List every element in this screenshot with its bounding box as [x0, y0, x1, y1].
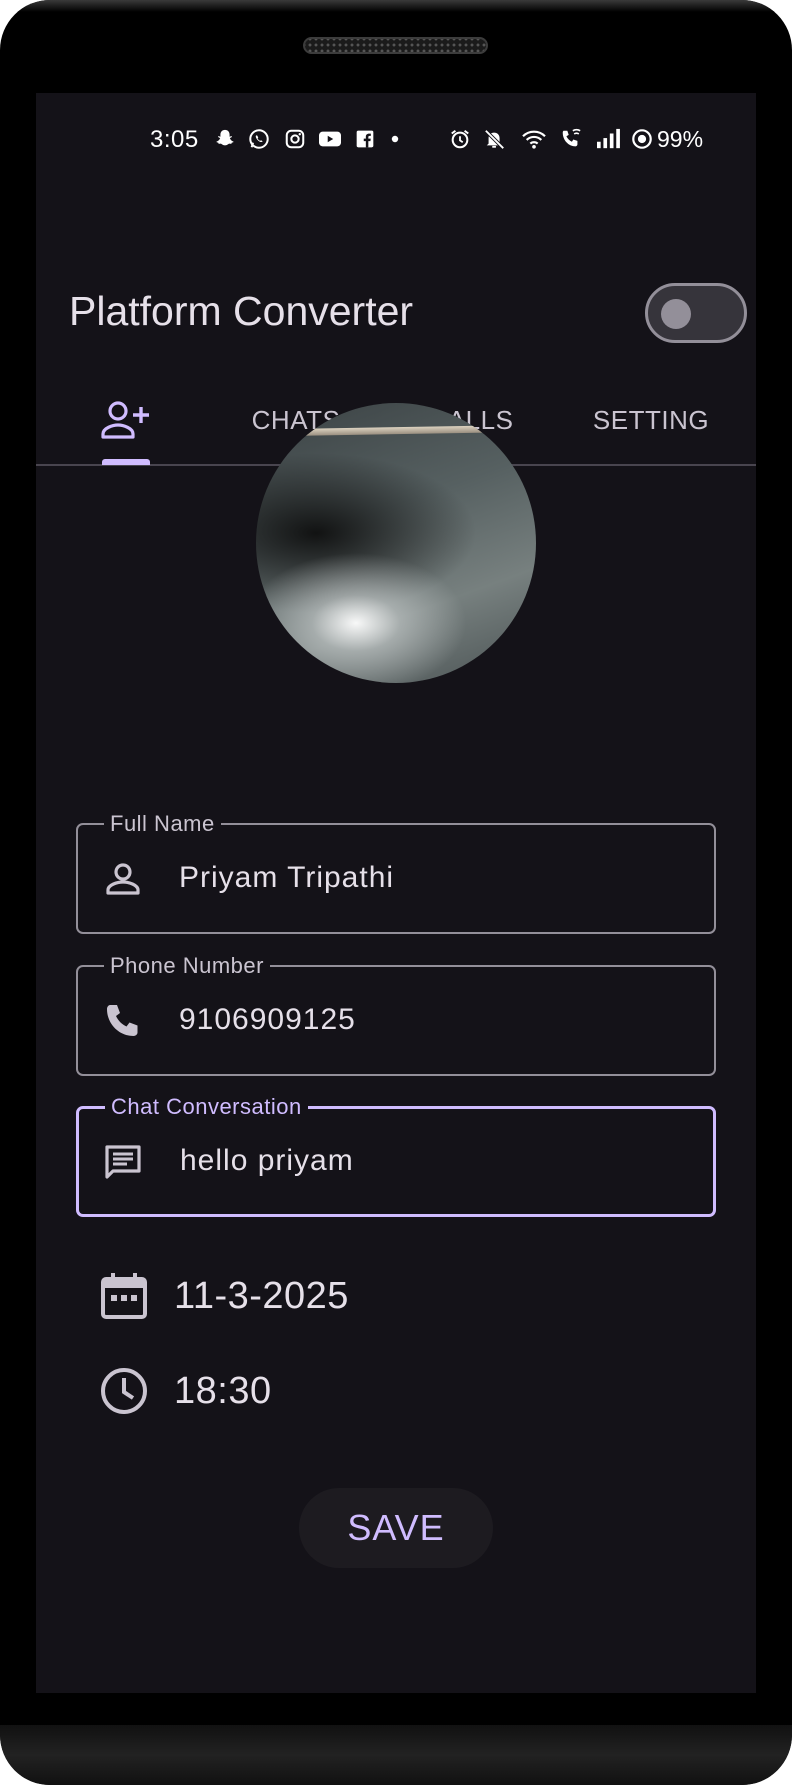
toggle-thumb — [661, 299, 691, 329]
chat-conversation-field[interactable]: Chat Conversation hello priyam — [76, 1094, 716, 1217]
status-bar: 3:05 99% — [36, 93, 756, 153]
phone-bottom-bezel — [0, 1725, 792, 1785]
mute-icon — [484, 129, 505, 150]
calendar-icon — [101, 1273, 147, 1319]
tab-selected-indicator — [102, 459, 150, 465]
date-value: 11-3-2025 — [174, 1274, 349, 1317]
phone-icon — [107, 1005, 138, 1036]
alarm-icon — [451, 129, 469, 149]
avatar-photo-detail — [295, 425, 517, 436]
battery-percent: 99% — [657, 126, 704, 152]
time-value: 18:30 — [174, 1369, 272, 1412]
tab-setting-label: SETTING — [592, 404, 710, 435]
chat-conversation-input[interactable]: hello priyam — [180, 1144, 354, 1178]
tab-setting[interactable]: SETTING — [566, 375, 736, 465]
phone-number-label: Phone Number — [104, 953, 270, 979]
date-picker-row[interactable]: 11-3-2025 — [98, 1266, 349, 1326]
phone-number-input[interactable]: 9106909125 — [179, 1003, 356, 1037]
full-name-input[interactable]: Priyam Tripathi — [179, 861, 394, 895]
phone-top-bezel — [0, 0, 792, 12]
chat-conversation-label: Chat Conversation — [105, 1094, 308, 1120]
theme-toggle-switch[interactable] — [645, 283, 747, 343]
signal-icon — [597, 128, 620, 149]
time-picker-row[interactable]: 18:30 — [98, 1361, 272, 1421]
whatsapp-icon — [249, 129, 269, 149]
facebook-icon — [356, 130, 374, 148]
message-icon — [105, 1145, 141, 1179]
dot-icon — [391, 135, 399, 143]
tab-add-contact[interactable] — [76, 375, 176, 465]
phone-number-field[interactable]: Phone Number 9106909125 — [76, 953, 716, 1076]
youtube-icon — [319, 131, 341, 147]
profile-avatar[interactable] — [256, 403, 536, 683]
snapchat-icon — [216, 129, 234, 146]
add-person-icon — [101, 401, 149, 439]
full-name-label: Full Name — [104, 811, 221, 837]
speaker-grille — [303, 37, 488, 54]
phone-frame: 3:05 99% Platform Converter CHATS CALLS … — [0, 0, 792, 1785]
wifi-icon — [522, 130, 546, 149]
wifi-call-icon — [562, 128, 581, 147]
app-screen: 3:05 99% Platform Converter CHATS CALLS … — [36, 93, 756, 1693]
save-button[interactable]: SAVE — [299, 1488, 493, 1568]
app-title: Platform Converter — [69, 288, 414, 334]
person-icon — [106, 863, 140, 895]
clock-icon — [101, 1368, 147, 1414]
data-saver-icon — [632, 129, 652, 149]
instagram-icon — [285, 129, 305, 149]
full-name-field[interactable]: Full Name Priyam Tripathi — [76, 811, 716, 934]
status-time: 3:05 — [150, 126, 199, 153]
